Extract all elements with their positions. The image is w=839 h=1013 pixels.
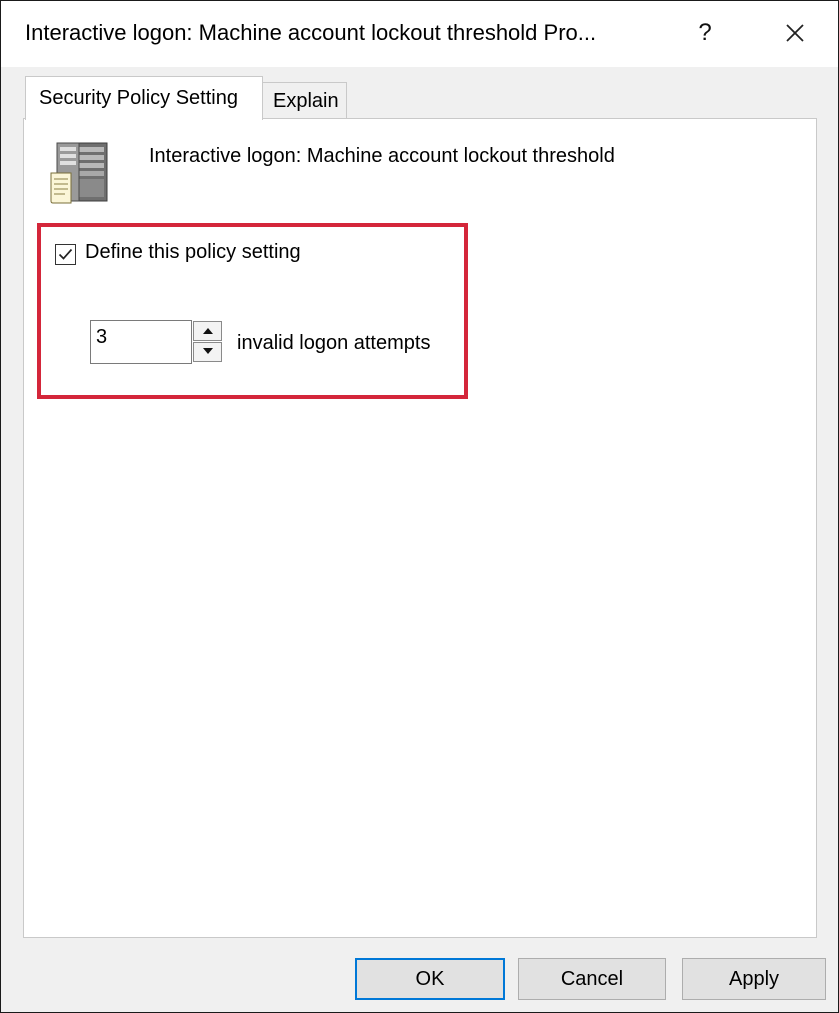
spin-down-button[interactable] [193,342,222,362]
server-policy-icon [45,139,115,209]
arrow-up-icon [202,328,213,334]
ok-button[interactable]: OK [355,958,505,1000]
dialog-title: Interactive logon: Machine account locko… [25,20,597,45]
checkmark-icon [58,248,73,260]
define-policy-label[interactable]: Define this policy setting [85,241,301,264]
policy-title: Interactive logon: Machine account locko… [149,145,615,167]
policy-properties-dialog: Interactive logon: Machine account locko… [0,0,839,1013]
title-bar[interactable]: Interactive logon: Machine account locko… [1,1,838,67]
tab-label: Explain [273,90,339,112]
spin-up-button[interactable] [193,321,222,341]
tab-security-policy-setting[interactable]: Security Policy Setting [25,76,263,120]
threshold-input[interactable]: 3 [90,320,192,364]
cancel-button[interactable]: Cancel [518,958,666,1000]
close-button[interactable] [777,15,813,51]
tab-explain[interactable]: Explain [263,82,347,119]
threshold-unit-label: invalid logon attempts [237,332,431,354]
arrow-down-icon [202,348,213,354]
apply-button[interactable]: Apply [682,958,826,1000]
tab-label: Security Policy Setting [39,87,238,109]
define-policy-checkbox[interactable] [55,244,76,265]
close-icon [786,24,804,42]
help-button[interactable]: ? [687,15,723,51]
